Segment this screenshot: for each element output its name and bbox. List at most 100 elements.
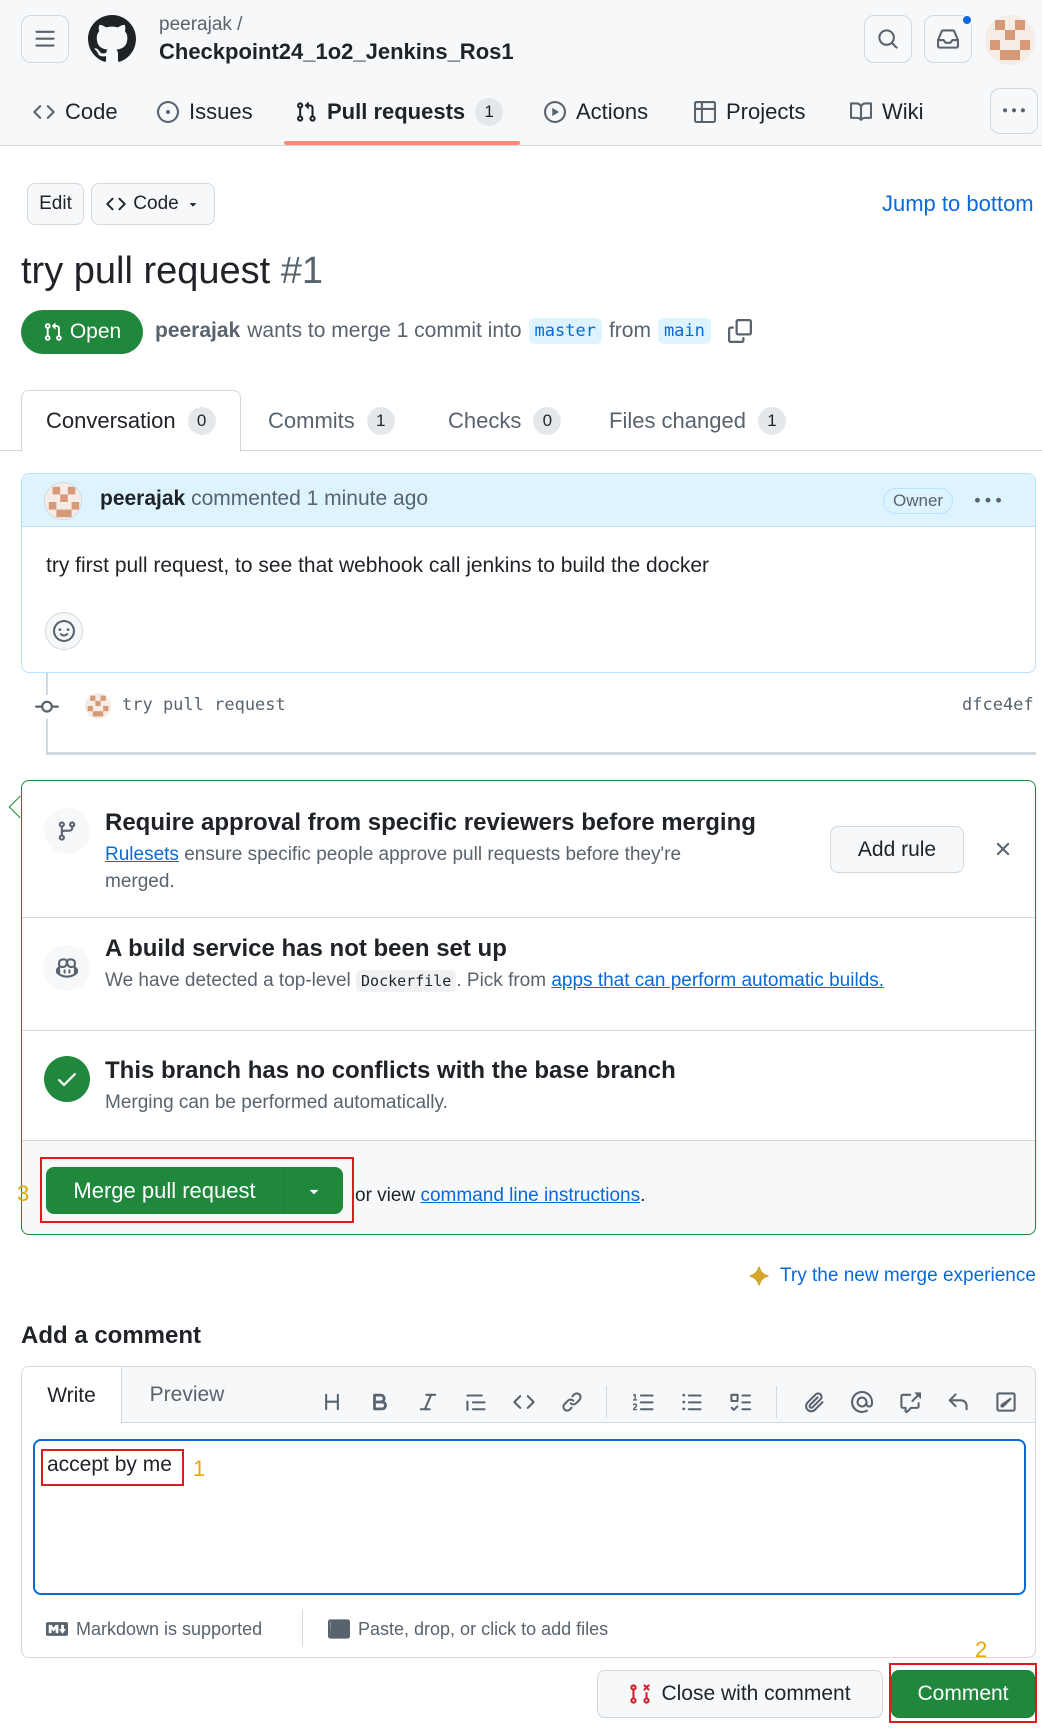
pull-request-icon <box>297 101 316 122</box>
tab-conversation[interactable]: Conversation 0 <box>21 390 241 452</box>
mention-icon <box>851 1391 873 1413</box>
build-desc-text2: . Pick from <box>456 970 547 991</box>
check-icon <box>58 1073 76 1087</box>
italic-icon <box>419 1393 437 1411</box>
dockerfile-code: Dockerfile <box>356 970 457 992</box>
bold-button[interactable] <box>366 1388 394 1416</box>
tab-commits-label: Commits <box>268 407 355 433</box>
jump-to-bottom-link[interactable]: Jump to bottom <box>882 191 1034 217</box>
annotation-box-2 <box>889 1663 1037 1723</box>
annotation-label-1: 1 <box>193 1456 206 1481</box>
sparkle-icon <box>749 1266 769 1286</box>
tab-commits[interactable]: Commits 1 <box>244 390 419 451</box>
avatar[interactable] <box>985 15 1035 65</box>
add-rule-button[interactable]: Add rule <box>830 826 964 873</box>
code-icon <box>33 105 55 119</box>
attach-files[interactable]: Paste, drop, or click to add files <box>328 1618 608 1640</box>
head-branch[interactable]: main <box>657 318 711 344</box>
nav-code[interactable]: Code <box>33 92 118 132</box>
build-apps-link[interactable]: apps that can perform automatic builds. <box>551 970 884 991</box>
build-title: A build service has not been set up <box>105 935 507 962</box>
repo-owner[interactable]: peerajak / <box>159 14 242 36</box>
commit-avatar[interactable] <box>85 693 111 719</box>
comment-avatar[interactable] <box>44 482 82 520</box>
build-icon-wrap <box>44 945 90 991</box>
comment-meta: peerajak commented 1 minute ago <box>100 487 428 511</box>
nav-actions-label: Actions <box>576 99 649 124</box>
copy-icon[interactable] <box>727 319 752 343</box>
task-list-button[interactable] <box>726 1388 754 1416</box>
commit-sha[interactable]: dfce4ef <box>962 695 1034 715</box>
conflicts-title: This branch has no conflicts with the ba… <box>105 1057 676 1084</box>
tab-conversation-count: 0 <box>187 407 216 435</box>
reply-button[interactable] <box>944 1388 972 1416</box>
inbox-button[interactable] <box>924 14 973 63</box>
tab-files-changed[interactable]: Files changed 1 <box>585 390 810 451</box>
tab-preview-label: Preview <box>149 1383 225 1406</box>
quote-icon <box>466 1394 486 1411</box>
comment-box: peerajak commented 1 minute ago Owner tr… <box>21 473 1036 673</box>
kebab-horizontal-icon <box>1003 108 1025 113</box>
markdown-hint[interactable]: Markdown is supported <box>46 1618 262 1640</box>
new-merge-experience[interactable]: Try the new merge experience <box>748 1265 1036 1287</box>
repo-name[interactable]: Checkpoint24_1o2_Jenkins_Ros1 <box>159 39 514 65</box>
kebab-horizontal-icon[interactable] <box>975 488 1001 514</box>
close-icon[interactable] <box>992 838 1014 860</box>
ruleset-icon-wrap <box>44 808 90 854</box>
nav-issues[interactable]: Issues <box>157 92 253 132</box>
cli-link[interactable]: command line instructions <box>420 1185 640 1206</box>
quote-button[interactable] <box>462 1388 490 1416</box>
tab-conversation-label: Conversation <box>46 408 176 433</box>
code-dropdown-button[interactable]: Code <box>91 183 215 225</box>
tab-checks-label: Checks <box>448 407 522 433</box>
code-button[interactable] <box>510 1388 538 1416</box>
add-rule-label: Add rule <box>857 837 937 861</box>
commit-message[interactable]: try pull request <box>122 695 286 715</box>
tab-checks[interactable]: Checks 0 <box>424 390 585 451</box>
menu-button[interactable] <box>21 15 69 63</box>
cross-reference-button[interactable] <box>896 1388 924 1416</box>
add-comment-heading: Add a comment <box>21 1322 202 1349</box>
annotation-box-3 <box>40 1157 354 1223</box>
close-with-comment-button[interactable]: Close with comment <box>597 1670 883 1718</box>
comment-time[interactable]: commented 1 minute ago <box>191 487 428 510</box>
ordered-list-button[interactable] <box>630 1388 658 1416</box>
tab-preview[interactable]: Preview <box>122 1367 252 1423</box>
cli-text: or view command line instructions. <box>355 1185 645 1207</box>
check-circle <box>44 1056 90 1102</box>
pr-author[interactable]: peerajak <box>155 319 240 343</box>
reaction-button[interactable] <box>45 612 83 650</box>
search-button[interactable] <box>864 15 912 63</box>
cli-period: . <box>640 1185 646 1206</box>
attach-button[interactable] <box>800 1388 828 1416</box>
markdown-hint-label: Markdown is supported <box>76 1618 263 1639</box>
heading-button[interactable] <box>318 1388 346 1416</box>
ruleset-desc-text: ensure specific people approve pull requ… <box>184 844 682 865</box>
ruleset-desc-text2: merged. <box>105 871 175 892</box>
close-with-comment-label: Close with comment <box>661 1682 851 1705</box>
play-icon <box>544 101 566 123</box>
more-nav-button[interactable] <box>990 88 1038 134</box>
pr-meta: peerajak wants to merge 1 commit into ma… <box>155 318 752 344</box>
github-logo-icon[interactable] <box>88 15 136 63</box>
nav-wiki[interactable]: Wiki <box>850 92 924 132</box>
notification-dot <box>961 14 973 26</box>
italic-button[interactable] <box>414 1388 442 1416</box>
mention-button[interactable] <box>848 1388 876 1416</box>
edit-button[interactable]: Edit <box>27 183 84 225</box>
link-button[interactable] <box>558 1388 586 1416</box>
annotation-label-2: 2 <box>975 1637 988 1662</box>
unordered-list-button[interactable] <box>678 1388 706 1416</box>
comment-author[interactable]: peerajak <box>100 487 185 510</box>
fullscreen-button[interactable] <box>992 1388 1020 1416</box>
tab-write[interactable]: Write <box>22 1367 122 1424</box>
list-unordered-icon <box>682 1393 702 1411</box>
rulesets-link[interactable]: Rulesets <box>105 844 179 865</box>
nav-projects[interactable]: Projects <box>694 92 805 132</box>
code-icon <box>106 197 126 211</box>
nav-pull-requests[interactable]: Pull requests 1 <box>295 92 504 132</box>
nav-actions[interactable]: Actions <box>544 92 648 132</box>
build-desc: We have detected a top-level Dockerfile.… <box>105 967 884 995</box>
base-branch[interactable]: master <box>528 318 602 344</box>
bold-icon <box>373 1393 387 1411</box>
